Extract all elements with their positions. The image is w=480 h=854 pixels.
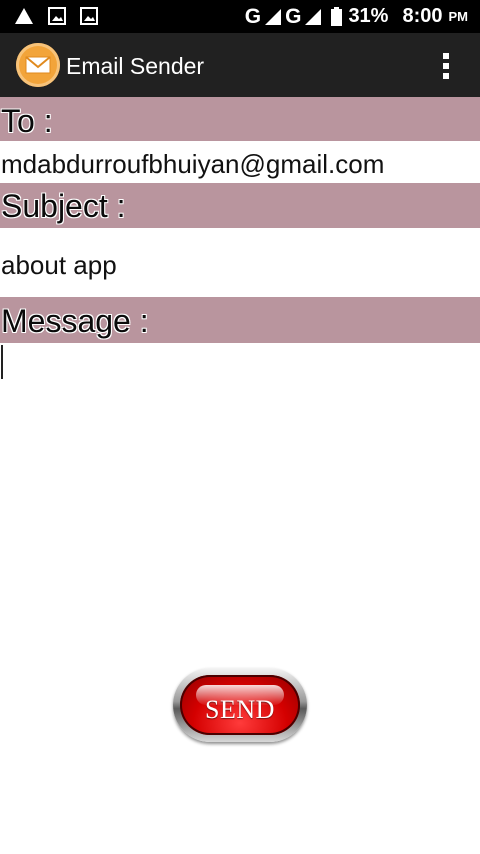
email-envelope-icon (16, 43, 60, 87)
subject-label-band: Subject : (0, 183, 480, 228)
image-icon (80, 7, 98, 25)
subject-field[interactable] (0, 246, 480, 284)
clock-ampm: PM (448, 9, 469, 24)
message-label-band: Message : (0, 297, 480, 343)
message-field[interactable] (0, 343, 480, 643)
battery-icon (331, 7, 343, 26)
system-status: G G 31% 8:00 PM (245, 0, 468, 33)
to-label-band: To : (0, 97, 480, 141)
network-type-1: G (244, 4, 262, 28)
warning-icon (15, 8, 33, 24)
message-label: Message : (1, 303, 149, 339)
signal-icon (305, 8, 322, 25)
status-bar: G G 31% 8:00 PM (0, 0, 480, 33)
image-icon (48, 7, 66, 25)
network-type-2: G (285, 4, 302, 28)
subject-label: Subject : (1, 188, 126, 224)
send-button-face: SEND (180, 675, 300, 735)
to-label: To : (1, 103, 53, 139)
text-cursor (1, 345, 3, 379)
clock: 8:00 (402, 5, 443, 27)
app-title: Email Sender (66, 53, 205, 79)
battery-percentage: 31% (348, 5, 389, 27)
signal-icon (265, 8, 282, 25)
send-button-label: SEND (205, 695, 275, 724)
notification-icons (14, 6, 98, 26)
overflow-menu-icon[interactable] (442, 51, 450, 81)
send-button[interactable]: SEND (173, 668, 307, 742)
app-bar: Email Sender (0, 33, 480, 97)
to-email-field[interactable] (0, 146, 480, 182)
